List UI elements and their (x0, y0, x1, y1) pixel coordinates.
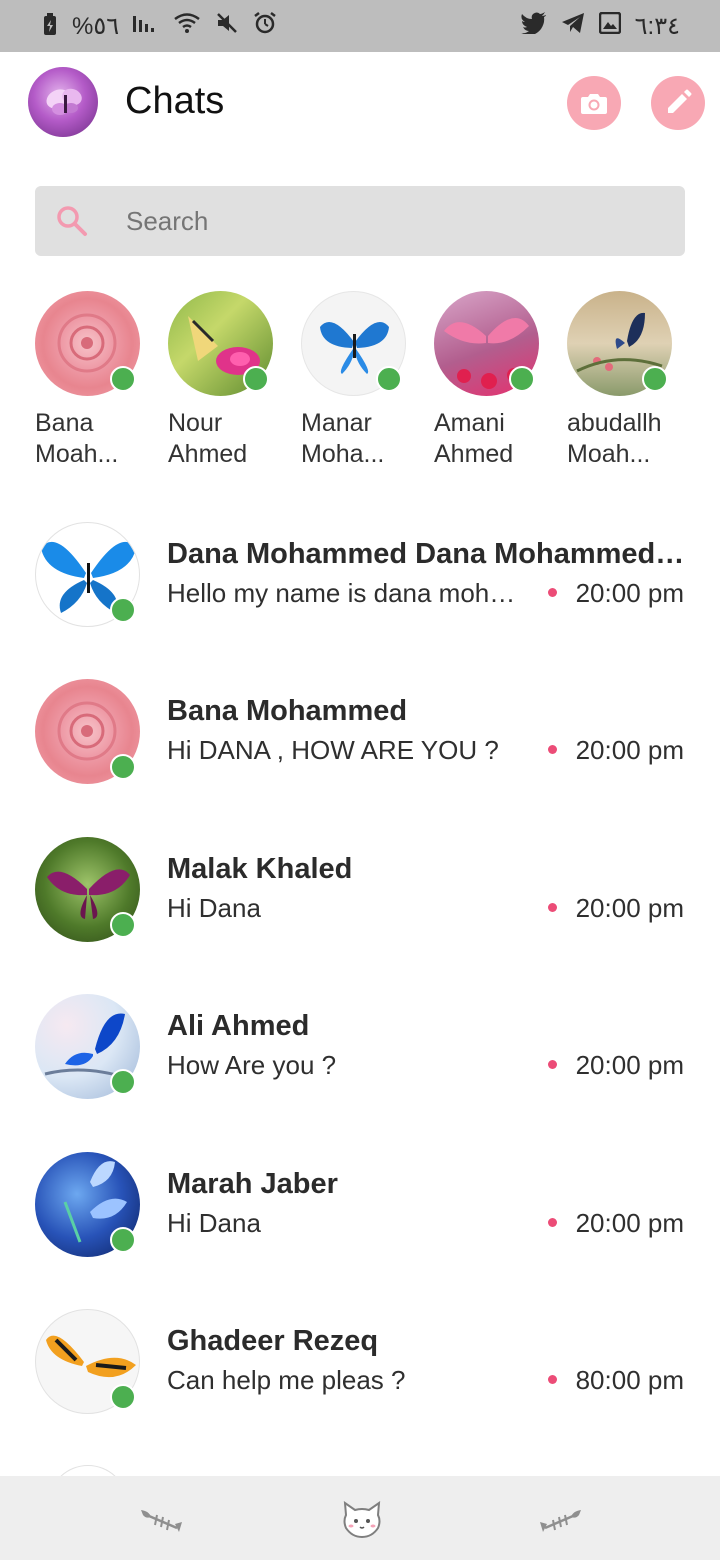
story-name: Bana Moah... (35, 409, 119, 468)
chat-avatar[interactable] (35, 522, 140, 627)
story-item[interactable]: Manar Moha... (301, 291, 421, 470)
online-indicator (110, 754, 136, 780)
clock-time: ٦:٣٤ (634, 12, 680, 40)
unread-indicator (548, 745, 557, 754)
message-time: 20:00 pm (575, 1050, 684, 1080)
nav-left-button[interactable] (135, 1498, 185, 1542)
last-message: Hi Dana (167, 1208, 261, 1238)
chat-avatar[interactable] (35, 994, 140, 1099)
chat-avatar[interactable] (35, 837, 140, 942)
story-item[interactable]: abudallh Moah... (567, 291, 687, 470)
online-indicator (243, 366, 269, 392)
alarm-icon (253, 11, 277, 42)
battery-percent: %٥٦ (72, 12, 120, 40)
camera-icon (581, 94, 607, 114)
contact-name: Ghadeer Rezeq (167, 1325, 379, 1357)
status-left: %٥٦ (42, 11, 277, 42)
chat-row[interactable]: Dana Mohammed Dana Mohammed Dana Hello m… (0, 520, 720, 630)
cat-face-icon (343, 1501, 381, 1539)
mute-icon (215, 12, 239, 41)
pencil-icon (668, 89, 692, 113)
status-right: ٦:٣٤ (520, 11, 680, 41)
online-indicator (110, 1384, 136, 1410)
twitter-icon (520, 11, 547, 41)
unread-indicator (548, 1060, 557, 1069)
story-name: Manar Moha... (301, 409, 385, 468)
contact-name: Marah Jaber (167, 1168, 338, 1200)
last-message: Can help me pleas ? (167, 1365, 406, 1395)
message-time: 20:00 pm (575, 893, 684, 923)
last-message: Hi Dana (167, 893, 261, 923)
contact-name: Dana Mohammed Dana Mohammed Dana (167, 538, 687, 570)
search-input[interactable] (126, 186, 666, 256)
chat-row[interactable]: Marah Jaber Hi Dana 20:00 pm (0, 1150, 720, 1260)
battery-icon (42, 12, 58, 41)
telegram-icon (561, 12, 585, 41)
message-time: 20:00 pm (575, 735, 684, 765)
story-item[interactable]: Amani Ahmed (434, 291, 554, 470)
bottom-navigation (0, 1476, 720, 1560)
search-icon (57, 206, 87, 236)
story-name: Amani Ahmed (434, 409, 514, 468)
story-avatar[interactable] (301, 291, 406, 396)
chat-row[interactable]: Ghadeer Rezeq Can help me pleas ? 80:00 … (0, 1307, 720, 1417)
nav-center-button[interactable] (337, 1498, 387, 1542)
chat-avatar (48, 1465, 128, 1476)
nav-right-button[interactable] (537, 1498, 587, 1542)
online-indicator (110, 912, 136, 938)
online-indicator (110, 1069, 136, 1095)
edit-button[interactable] (651, 76, 705, 130)
chat-avatar[interactable] (35, 679, 140, 784)
active-contacts-row: Bana Moah... Nour Ahmed Manar Moha... Am… (35, 291, 695, 481)
unread-indicator (548, 588, 557, 597)
app-header: Chats (0, 52, 720, 152)
online-indicator (642, 366, 668, 392)
message-time: 80:00 pm (575, 1365, 684, 1395)
signal-icon (133, 12, 159, 41)
online-indicator (376, 366, 402, 392)
fish-bone-icon (540, 1510, 581, 1532)
online-indicator (509, 366, 535, 392)
message-time: 20:00 pm (575, 1208, 684, 1238)
chat-avatar[interactable] (35, 1152, 140, 1257)
story-name: abudallh Moah... (567, 409, 662, 468)
wifi-icon (173, 12, 201, 41)
chat-row-partial[interactable] (0, 1465, 720, 1476)
online-indicator (110, 1227, 136, 1253)
search-bar[interactable] (35, 186, 685, 256)
gallery-icon (598, 11, 621, 41)
fish-bone-icon (141, 1510, 182, 1532)
contact-name: Bana Mohammed (167, 695, 408, 727)
story-avatar[interactable] (35, 291, 140, 396)
last-message: How Are you ? (167, 1050, 337, 1080)
online-indicator (110, 366, 136, 392)
profile-avatar[interactable] (28, 67, 98, 137)
unread-indicator (548, 903, 557, 912)
last-message: Hello my name is dana mohammed (167, 578, 527, 608)
message-time: 20:00 pm (575, 578, 684, 608)
chat-row[interactable]: Malak Khaled Hi Dana 20:00 pm (0, 835, 720, 945)
online-indicator (110, 597, 136, 623)
unread-indicator (548, 1375, 557, 1384)
chat-row[interactable]: Bana Mohammed Hi DANA , HOW ARE YOU ? 20… (0, 677, 720, 787)
contact-name: Ali Ahmed (167, 1010, 310, 1042)
story-name: Nour Ahmed (168, 409, 248, 468)
unread-indicator (548, 1218, 557, 1227)
story-item[interactable]: Nour Ahmed (168, 291, 288, 470)
page-title: Chats (125, 80, 225, 122)
story-avatar[interactable] (168, 291, 273, 396)
chat-row[interactable]: Ali Ahmed How Are you ? 20:00 pm (0, 992, 720, 1102)
last-message: Hi DANA , HOW ARE YOU ? (167, 735, 499, 765)
story-item[interactable]: Bana Moah... (35, 291, 155, 470)
story-avatar[interactable] (567, 291, 672, 396)
status-bar: %٥٦ ٦:٣٤ (0, 0, 720, 52)
camera-button[interactable] (567, 76, 621, 130)
story-avatar[interactable] (434, 291, 539, 396)
chat-avatar[interactable] (35, 1309, 140, 1414)
contact-name: Malak Khaled (167, 853, 353, 885)
